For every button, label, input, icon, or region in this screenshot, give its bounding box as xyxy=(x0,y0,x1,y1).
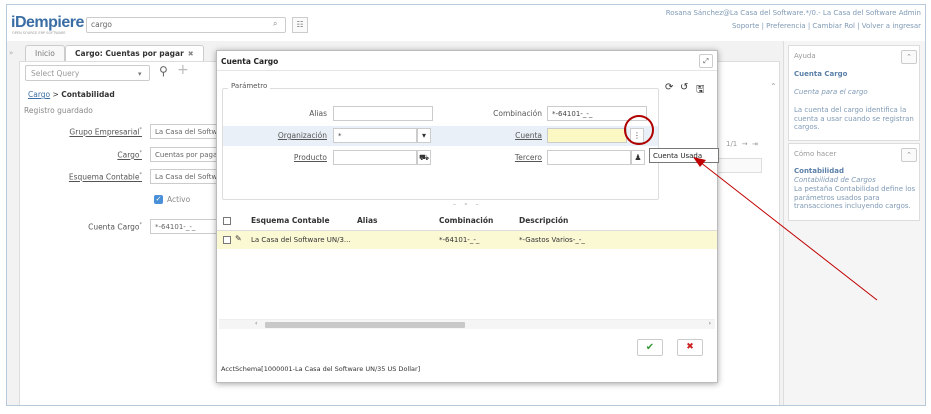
table-row[interactable]: ✎ La Casa del Software UN/3... *-64101-_… xyxy=(217,231,717,249)
product-search-icon[interactable]: ⛟ xyxy=(417,150,431,165)
search-icon[interactable]: ⚲ xyxy=(159,64,168,78)
grid-cell: *-Gastos Varios-_-_ xyxy=(519,236,585,244)
parameter-legend: Parámetro xyxy=(228,82,271,90)
highlight-circle xyxy=(624,115,654,145)
grid-cell: *-64101-_-_ xyxy=(439,236,480,244)
scroll-thumb[interactable] xyxy=(265,322,465,328)
combinacion-label: Combinación xyxy=(493,109,542,118)
howto-title: Cómo hacer xyxy=(794,150,837,158)
help-name: Cuenta Cargo xyxy=(794,70,848,78)
search-icon[interactable]: ⌕ xyxy=(273,19,277,29)
next-record-icon[interactable]: → xyxy=(742,140,748,148)
column-header[interactable]: Esquema Contable xyxy=(251,216,330,225)
help-box: Ayuda ⌃ Cuenta Cargo Cuenta para el carg… xyxy=(788,45,920,141)
tab-inicio[interactable]: Inicio xyxy=(25,45,65,61)
horizontal-scrollbar[interactable]: ‹ › xyxy=(219,319,715,329)
field-label[interactable]: Grupo Empresarial* xyxy=(22,127,142,137)
producto-input[interactable] xyxy=(333,150,417,165)
help-description: Cuenta para el cargo xyxy=(794,88,868,96)
app-logo-subtitle: OPEN SOURCE ERP SOFTWARE xyxy=(12,31,66,35)
breadcrumb: Cargo > Contabilidad xyxy=(28,90,115,99)
collapse-howto-icon[interactable]: ⌃ xyxy=(901,148,917,162)
select-all-checkbox[interactable] xyxy=(223,217,231,225)
help-panel: Ayuda ⌃ Cuenta Cargo Cuenta para el carg… xyxy=(783,41,925,405)
record-count: 1/1 xyxy=(726,140,738,148)
producto-label[interactable]: Producto xyxy=(257,153,327,162)
field-label: Cuenta Cargo* xyxy=(88,222,142,232)
organizacion-select[interactable]: * xyxy=(333,128,417,143)
user-context[interactable]: Rosana Sánchez@La Casa del Software.*/0.… xyxy=(666,9,921,17)
grid-header: Esquema Contable Alias Combinación Descr… xyxy=(217,211,717,231)
expand-sidebar-icon[interactable]: » xyxy=(9,49,13,57)
breadcrumb-link[interactable]: Cargo xyxy=(28,90,50,99)
undo-icon[interactable]: ↺ xyxy=(680,82,688,93)
cuenta-cargo-dialog: Cuenta Cargo ⤢ ⟳ ↺ 🖫 Parámetro Alias Com… xyxy=(216,50,719,383)
help-text: La cuenta del cargo identifica la cuenta… xyxy=(794,106,914,131)
howto-name: Contabilidad xyxy=(794,167,844,175)
collapse-icon[interactable]: ⌃ xyxy=(770,82,777,91)
breadcrumb-current: Contabilidad xyxy=(61,90,115,99)
detail-field[interactable] xyxy=(712,158,762,173)
app-logo[interactable]: iDempiere xyxy=(11,14,84,32)
edit-icon[interactable]: ✎ xyxy=(235,234,242,243)
tab-label: Cargo: Cuentas por pagar xyxy=(75,49,184,58)
grid-cell: La Casa del Software UN/3... xyxy=(251,236,351,244)
field-label[interactable]: Esquema Contable* xyxy=(22,172,142,182)
help-title: Ayuda xyxy=(794,52,816,60)
alias-label: Alias xyxy=(309,109,327,118)
refresh-icon[interactable]: ⟳ xyxy=(665,82,673,93)
organizacion-label[interactable]: Organización xyxy=(257,131,327,140)
collapse-help-icon[interactable]: ⌃ xyxy=(901,50,917,64)
howto-text: La pestaña Contabilidad define los parám… xyxy=(794,185,916,210)
tab-cargo[interactable]: Cargo: Cuentas por pagar ✖ xyxy=(65,45,204,61)
row-checkbox[interactable] xyxy=(223,236,231,244)
breadcrumb-sep: > xyxy=(52,90,59,99)
tercero-label[interactable]: Tercero xyxy=(477,153,542,162)
tercero-input[interactable] xyxy=(547,150,631,165)
ok-button[interactable]: ✔ xyxy=(637,339,663,356)
select-query-dropdown[interactable]: Select Query xyxy=(25,65,150,81)
last-record-icon[interactable]: ⇥ xyxy=(752,140,758,148)
header-links[interactable]: Soporte | Preferencia | Cambiar Rol | Vo… xyxy=(732,22,921,30)
new-record-icon[interactable]: + xyxy=(177,62,189,78)
dialog-title: Cuenta Cargo xyxy=(217,51,717,71)
chevron-down-icon[interactable]: ▾ xyxy=(138,70,142,78)
app-header: iDempiere OPEN SOURCE ERP SOFTWARE cargo… xyxy=(7,5,925,41)
status-message: Registro guardado xyxy=(24,106,93,115)
scroll-right-icon[interactable]: › xyxy=(709,320,711,327)
record-navigator: 1/1 → ⇥ xyxy=(726,140,758,148)
cancel-button[interactable]: ✖ xyxy=(677,339,703,356)
howto-box: Cómo hacer ⌃ Contabilidad Contabilidad d… xyxy=(788,143,920,221)
maximize-icon[interactable]: ⤢ xyxy=(699,54,713,68)
field-label[interactable]: Cargo* xyxy=(22,150,142,160)
global-search-input[interactable]: cargo xyxy=(86,17,286,33)
howto-subtitle: Contabilidad de Cargos xyxy=(794,176,876,184)
activo-label: Activo xyxy=(167,195,191,204)
cuenta-label[interactable]: Cuenta xyxy=(477,131,542,140)
cuenta-input[interactable] xyxy=(547,128,627,143)
tab-label: Inicio xyxy=(35,49,55,58)
scroll-left-icon[interactable]: ‹ xyxy=(255,320,257,327)
column-header[interactable]: Alias xyxy=(357,216,377,225)
menu-tree-icon[interactable]: ☷ xyxy=(292,17,308,33)
person-icon[interactable]: ♟ xyxy=(631,150,645,165)
chevron-down-icon[interactable]: ▾ xyxy=(417,128,431,143)
column-header[interactable]: Combinación xyxy=(439,216,493,225)
tooltip: Cuenta Usada xyxy=(649,148,719,163)
dialog-status: AcctSchema[1000001-La Casa del Software … xyxy=(221,365,421,373)
splitter-handle[interactable]: – ∘ – xyxy=(453,201,482,208)
close-icon[interactable]: ✖ xyxy=(188,50,194,58)
save-icon[interactable]: 🖫 xyxy=(696,82,705,99)
alias-input[interactable] xyxy=(333,106,433,121)
activo-checkbox[interactable]: ✓ xyxy=(154,195,163,204)
column-header[interactable]: Descripción xyxy=(519,216,568,225)
